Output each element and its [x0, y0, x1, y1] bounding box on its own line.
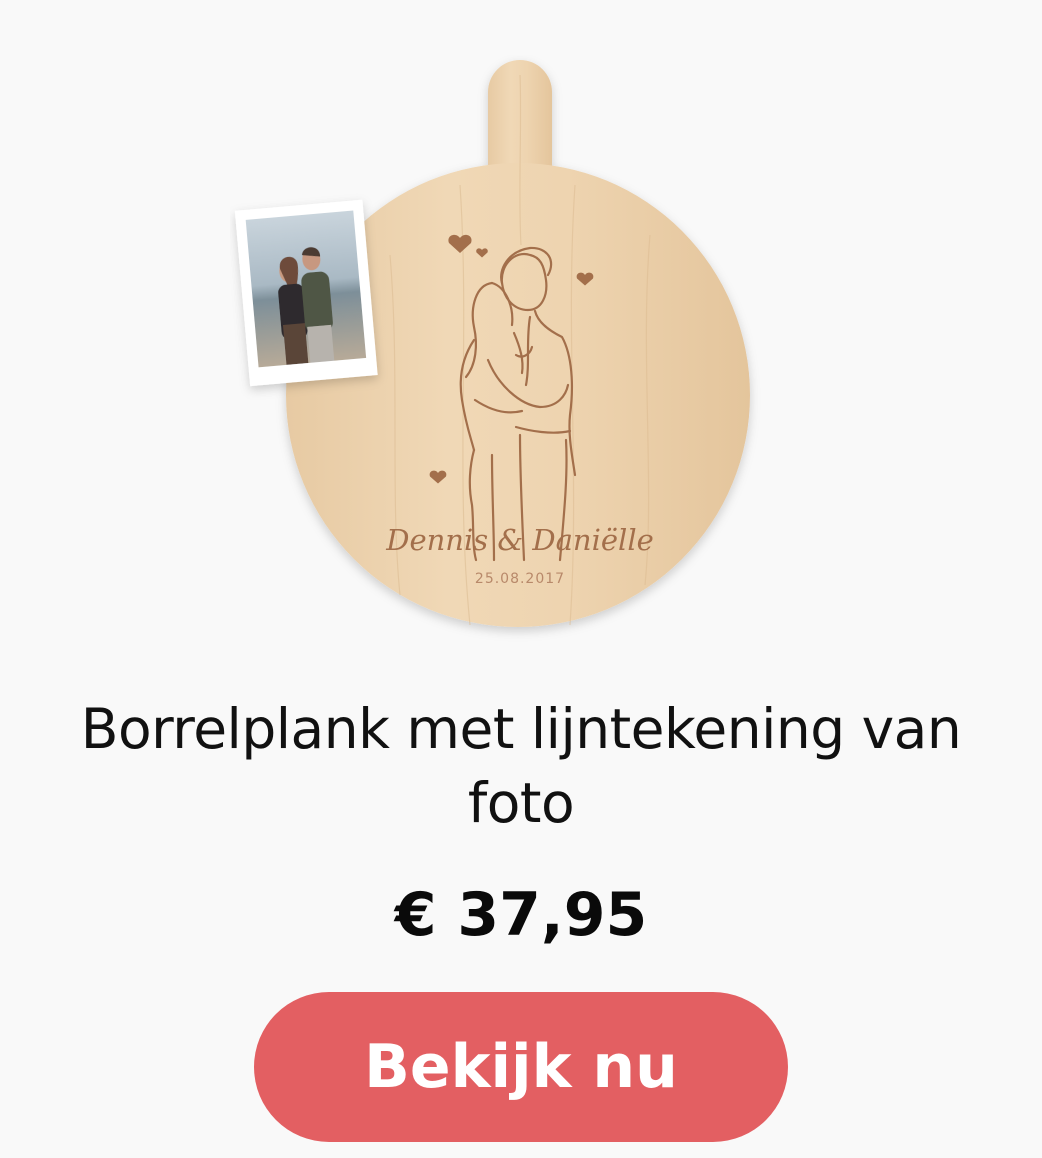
product-title[interactable]: Borrelplank met lijntekening van foto — [20, 692, 1022, 840]
engraving-names: Dennis & Daniëlle — [385, 523, 654, 557]
product-image[interactable]: Dennis & Daniëlle 25.08.2017 — [230, 55, 770, 655]
product-card[interactable]: Dennis & Daniëlle 25.08.2017 Borrelplank… — [0, 0, 1042, 1158]
view-product-button[interactable]: Bekijk nu — [254, 992, 788, 1142]
couple-photo — [234, 199, 378, 387]
engraving-date: 25.08.2017 — [475, 571, 565, 587]
product-price: € 37,95 — [394, 880, 648, 950]
